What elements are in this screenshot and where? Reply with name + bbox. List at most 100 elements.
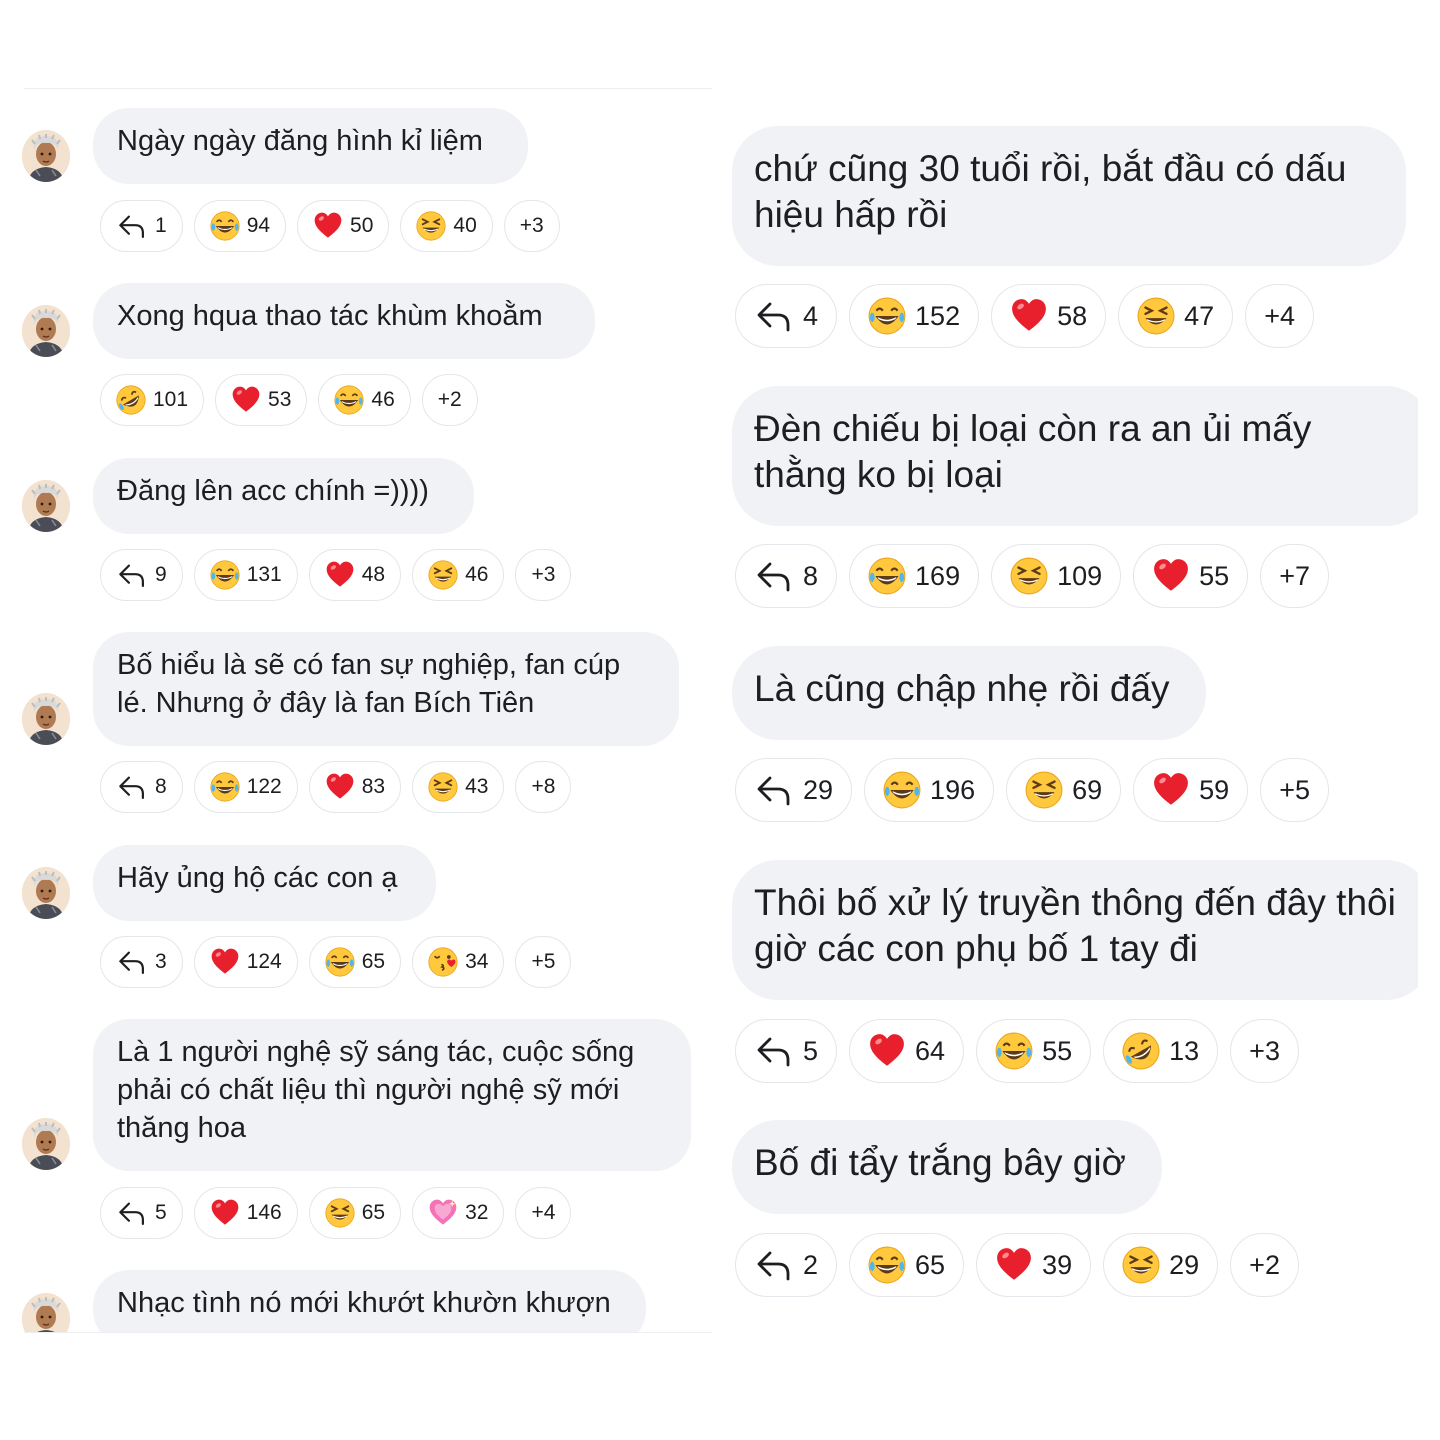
reaction-pill[interactable]: 32	[412, 1187, 505, 1239]
rofl-icon	[116, 385, 146, 415]
avatar[interactable]	[22, 305, 70, 357]
reply-icon	[754, 298, 794, 334]
reaction-count: 65	[361, 950, 386, 973]
laughing-tears-icon	[325, 947, 355, 977]
grinning-squint-icon	[325, 1198, 355, 1228]
reaction-pill[interactable]: 58	[991, 284, 1107, 348]
more-reactions-button[interactable]: +2	[421, 374, 478, 426]
more-reactions-button[interactable]: +5	[515, 936, 572, 988]
reply-button[interactable]: 1	[100, 200, 183, 252]
reaction-pill[interactable]: 94	[193, 200, 287, 252]
grinning-squint-icon	[428, 560, 458, 590]
reply-icon	[754, 558, 794, 594]
laughing-tears-icon	[868, 297, 906, 335]
reaction-pill[interactable]: 101	[100, 374, 205, 426]
reaction-pill[interactable]: 53	[215, 374, 308, 426]
avatar[interactable]	[22, 1293, 70, 1333]
reply-button[interactable]: 4	[735, 284, 838, 348]
more-reactions-button[interactable]: +3	[515, 549, 572, 601]
laughing-tears-icon	[995, 1032, 1033, 1070]
reaction-pill[interactable]: 29	[1103, 1233, 1219, 1297]
reaction-pill[interactable]: 47	[1118, 284, 1234, 348]
reaction-pill[interactable]: 69	[1006, 758, 1122, 822]
reaction-pill[interactable]: 83	[308, 761, 402, 813]
reaction-count: 47	[1184, 300, 1215, 331]
reaction-pill[interactable]: 55	[976, 1019, 1092, 1083]
avatar[interactable]	[22, 867, 70, 919]
reaction-pill[interactable]: 50	[297, 200, 390, 252]
grinning-squint-icon	[1010, 557, 1048, 595]
comment-text: Là cũng chập nhẹ rồi đấy	[732, 646, 1206, 740]
grinning-squint-icon	[1122, 1246, 1160, 1284]
grinning-squint-icon	[416, 211, 446, 241]
comment-text: Đèn chiếu bị loại còn ra an ủi mấy thằng…	[732, 386, 1418, 526]
reaction-pill[interactable]: 46	[412, 549, 505, 601]
reaction-bar: 2 65 39 29 +2	[735, 1233, 1299, 1297]
more-reactions-count: +4	[1264, 300, 1295, 331]
more-reactions-button[interactable]: +7	[1260, 544, 1329, 608]
reaction-pill[interactable]: 109	[991, 544, 1122, 608]
reaction-pill[interactable]: 152	[849, 284, 980, 348]
reaction-pill[interactable]: 59	[1133, 758, 1249, 822]
reply-button[interactable]: 8	[735, 544, 838, 608]
reaction-pill[interactable]: 40	[400, 200, 493, 252]
reaction-count: 58	[1057, 300, 1088, 331]
more-reactions-button[interactable]: +2	[1230, 1233, 1299, 1297]
reply-button[interactable]: 5	[735, 1019, 838, 1083]
avatar[interactable]	[22, 130, 70, 182]
more-reactions-button[interactable]: +3	[503, 200, 560, 252]
reaction-pill[interactable]: 55	[1133, 544, 1249, 608]
reaction-pill[interactable]: 131	[193, 549, 298, 601]
reaction-pill[interactable]: 196	[864, 758, 995, 822]
reaction-pill[interactable]: 65	[308, 1187, 402, 1239]
kissing-heart-icon	[428, 947, 458, 977]
reaction-pill[interactable]: 13	[1103, 1019, 1219, 1083]
reaction-count: 46	[465, 563, 489, 586]
comment-text: Hãy ủng hộ các con ạ	[93, 845, 436, 921]
more-reactions-count: +2	[1249, 1249, 1280, 1280]
divider	[24, 88, 712, 89]
more-reactions-count: +3	[1249, 1035, 1280, 1066]
reaction-pill[interactable]: 65	[308, 936, 402, 988]
heart-icon	[313, 211, 343, 241]
more-reactions-button[interactable]: +8	[515, 761, 572, 813]
reaction-pill[interactable]: 46	[318, 374, 411, 426]
comment-text: Thôi bố xử lý truyền thông đến đây thôi …	[732, 860, 1418, 1000]
more-reactions-button[interactable]: +4	[1245, 284, 1314, 348]
reaction-pill[interactable]: 43	[412, 761, 505, 813]
reaction-count: 43	[465, 775, 489, 798]
reaction-pill[interactable]: 65	[849, 1233, 965, 1297]
avatar[interactable]	[22, 1118, 70, 1170]
heart-icon	[325, 772, 355, 802]
avatar[interactable]	[22, 480, 70, 532]
more-reactions-count: +3	[531, 563, 556, 586]
more-reactions-button[interactable]: +3	[1230, 1019, 1299, 1083]
laughing-tears-icon	[210, 772, 240, 802]
grinning-squint-icon	[1025, 771, 1063, 809]
reply-count: 3	[155, 950, 167, 973]
avatar[interactable]	[22, 693, 70, 745]
reaction-pill[interactable]: 34	[412, 936, 505, 988]
reaction-count: 40	[453, 214, 477, 237]
reply-button[interactable]: 29	[735, 758, 853, 822]
more-reactions-button[interactable]: +4	[515, 1187, 572, 1239]
laughing-tears-icon	[210, 211, 240, 241]
reaction-pill[interactable]: 122	[193, 761, 298, 813]
reaction-pill[interactable]: 39	[976, 1233, 1092, 1297]
reaction-count: 169	[915, 560, 961, 591]
heart-icon	[868, 1032, 906, 1070]
reaction-pill[interactable]: 146	[193, 1187, 298, 1239]
reaction-pill[interactable]: 169	[849, 544, 980, 608]
reply-button[interactable]: 5	[100, 1187, 183, 1239]
reaction-bar: 4 152 58 47 +4	[735, 284, 1314, 348]
reaction-pill[interactable]: 64	[849, 1019, 965, 1083]
reply-count: 8	[155, 775, 167, 798]
reply-button[interactable]: 3	[100, 936, 183, 988]
reply-button[interactable]: 8	[100, 761, 183, 813]
more-reactions-button[interactable]: +5	[1260, 758, 1329, 822]
reaction-pill[interactable]: 124	[193, 936, 298, 988]
reaction-pill[interactable]: 48	[308, 549, 402, 601]
reply-button[interactable]: 9	[100, 549, 183, 601]
reaction-count: 34	[465, 950, 489, 973]
reply-button[interactable]: 2	[735, 1233, 838, 1297]
